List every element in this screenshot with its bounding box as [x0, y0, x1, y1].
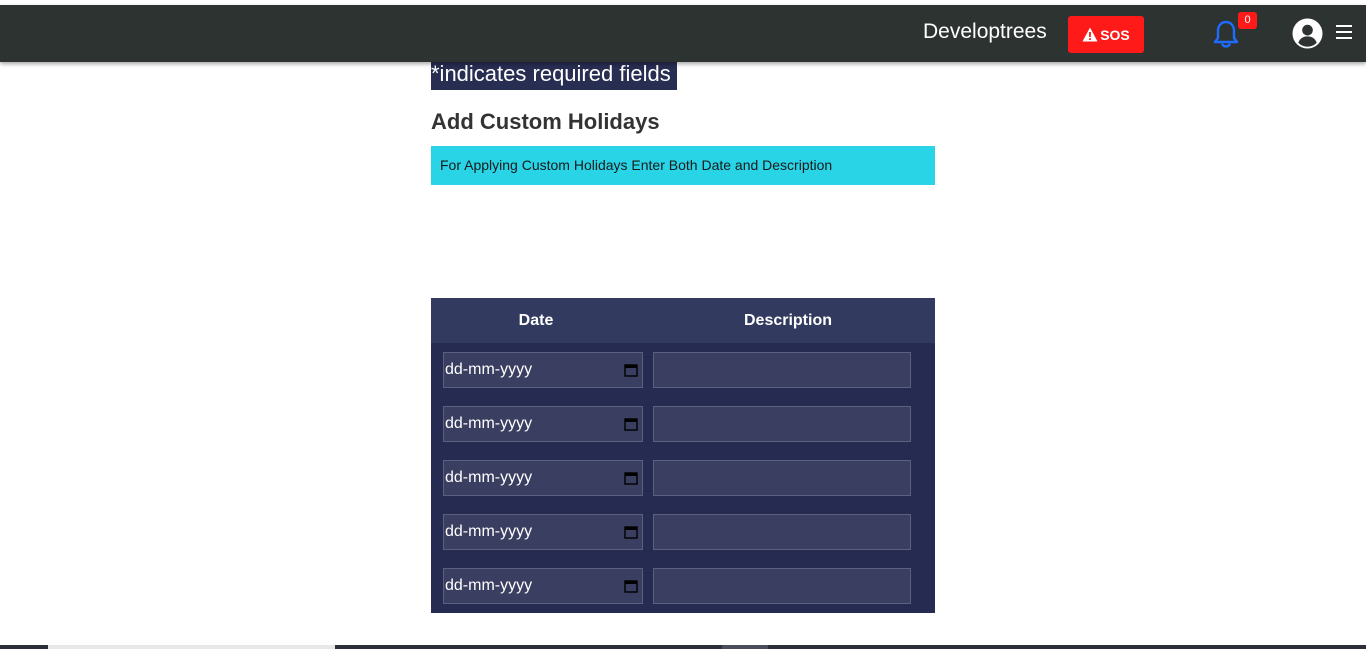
description-cell — [641, 397, 935, 451]
menu-line — [1336, 31, 1352, 33]
custom-holidays-table: Date Description — [431, 298, 935, 613]
date-column-header: Date — [431, 298, 641, 343]
brand-name[interactable]: Developtrees — [923, 19, 1047, 45]
date-cell — [431, 451, 643, 505]
table-row — [431, 343, 935, 397]
description-input[interactable] — [653, 568, 911, 604]
menu-line — [1336, 25, 1352, 27]
required-fields-note: *indicates required fields — [431, 62, 677, 90]
page-title: Add Custom Holidays — [431, 109, 660, 134]
menu-line — [1336, 37, 1352, 39]
notification-count-badge: 0 — [1238, 12, 1257, 29]
table-row — [431, 451, 935, 505]
sos-button[interactable]: SOS — [1068, 16, 1144, 53]
date-cell — [431, 559, 643, 613]
table-row — [431, 397, 935, 451]
description-column-header: Description — [641, 298, 935, 343]
calendar-icon[interactable] — [624, 471, 638, 485]
table-header-row: Date Description — [431, 298, 935, 343]
date-cell — [431, 397, 643, 451]
top-navbar: Developtrees SOS 0 — [0, 5, 1366, 62]
taskbar-segment — [48, 645, 335, 649]
date-field[interactable] — [443, 514, 643, 550]
date-field[interactable] — [443, 460, 643, 496]
description-cell — [641, 559, 935, 613]
warning-triangle-icon — [1082, 27, 1098, 42]
date-cell — [431, 343, 643, 397]
calendar-icon[interactable] — [624, 525, 638, 539]
date-cell — [431, 505, 643, 559]
date-field[interactable] — [443, 568, 643, 604]
description-input[interactable] — [653, 352, 911, 388]
calendar-icon[interactable] — [624, 417, 638, 431]
date-input[interactable] — [444, 515, 624, 549]
description-cell — [641, 505, 935, 559]
taskbar-segment — [722, 645, 768, 649]
description-input[interactable] — [653, 460, 911, 496]
date-input[interactable] — [444, 461, 624, 495]
date-field[interactable] — [443, 352, 643, 388]
sos-label: SOS — [1100, 26, 1130, 43]
info-banner: For Applying Custom Holidays Enter Both … — [431, 146, 935, 185]
date-input[interactable] — [444, 569, 624, 603]
date-input[interactable] — [444, 407, 624, 441]
date-input[interactable] — [444, 353, 624, 387]
table-row — [431, 505, 935, 559]
date-field[interactable] — [443, 406, 643, 442]
hamburger-menu-icon[interactable] — [1336, 25, 1354, 41]
description-input[interactable] — [653, 514, 911, 550]
calendar-icon[interactable] — [624, 579, 638, 593]
description-cell — [641, 343, 935, 397]
user-circle-icon[interactable] — [1292, 18, 1323, 49]
bell-icon[interactable] — [1212, 19, 1240, 49]
calendar-icon[interactable] — [624, 363, 638, 377]
description-cell — [641, 451, 935, 505]
description-input[interactable] — [653, 406, 911, 442]
table-row — [431, 559, 935, 613]
